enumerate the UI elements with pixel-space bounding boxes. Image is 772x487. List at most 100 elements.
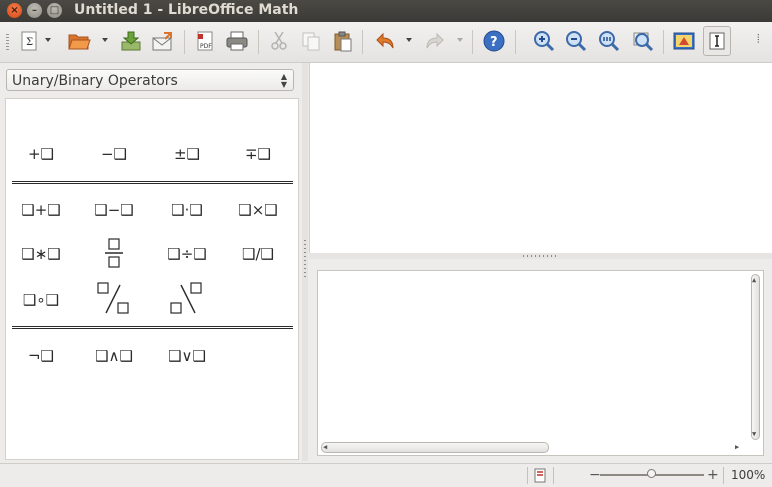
chevron-down-icon[interactable] — [101, 36, 109, 44]
category-dropdown[interactable]: Unary/Binary Operators ▲ ▼ — [6, 69, 294, 91]
commands-editor[interactable]: ▲ ▼ ◀ ▶ — [317, 270, 764, 456]
copy-button[interactable] — [298, 28, 324, 54]
boolean-or-element[interactable]: ❑∨❑ — [157, 341, 217, 371]
close-window-button[interactable]: × — [7, 3, 22, 18]
wide-slash-element[interactable] — [84, 279, 144, 319]
svg-text:PDF: PDF — [200, 43, 212, 50]
zoom-out-button[interactable] — [563, 28, 589, 54]
update-icon — [673, 32, 695, 50]
document-modified-icon[interactable] — [533, 468, 547, 483]
chevron-down-icon[interactable] — [456, 36, 464, 44]
redo-button[interactable] — [422, 28, 448, 54]
open-icon — [68, 34, 91, 50]
zoom-in-button[interactable] — [531, 28, 557, 54]
statusbar-divider — [527, 467, 528, 484]
subtraction-element[interactable]: ❑−❑ — [84, 195, 144, 225]
show-all-button[interactable] — [630, 28, 656, 54]
maximize-window-button[interactable]: □ — [47, 3, 62, 18]
division-element[interactable]: ❑÷❑ — [157, 239, 217, 269]
zoom-100-icon — [599, 31, 620, 52]
statusbar-divider — [553, 467, 554, 484]
toolbar-separator — [472, 30, 473, 54]
fraction-element[interactable] — [84, 235, 144, 275]
zoom-in-icon — [534, 31, 555, 52]
unary-minus-element[interactable]: −❑ — [84, 139, 144, 169]
export-pdf-button[interactable]: PDF — [192, 28, 218, 54]
vertical-scrollbar[interactable]: ▲ ▼ — [750, 274, 761, 440]
toolbar-grip[interactable] — [6, 34, 9, 52]
toolbar-separator — [663, 30, 664, 54]
standard-toolbar: Σ PDF ? ⦙ — [0, 22, 772, 63]
section-divider — [12, 181, 293, 184]
fraction-icon — [105, 238, 123, 268]
wide-slash-icon — [97, 282, 129, 314]
paste-button[interactable] — [330, 28, 356, 54]
window-title: Untitled 1 - LibreOffice Math — [74, 2, 299, 18]
update-button[interactable] — [671, 28, 697, 54]
svg-text:Σ: Σ — [26, 37, 33, 48]
export-pdf-icon: PDF — [197, 31, 213, 51]
toolbar-separator — [515, 30, 516, 54]
slash-element[interactable]: ❑/❑ — [228, 239, 288, 269]
cut-button[interactable] — [266, 28, 292, 54]
copy-icon — [302, 32, 320, 51]
zoom-in-button[interactable]: + — [707, 467, 719, 483]
formula-preview[interactable] — [309, 63, 772, 253]
mail-icon — [152, 32, 172, 51]
cut-icon — [271, 31, 287, 50]
addition-element[interactable]: ❑+❑ — [11, 195, 71, 225]
chevron-down-icon[interactable] — [44, 36, 52, 44]
elements-grid: +❑ −❑ ±❑ ∓❑ ❑+❑ ❑−❑ ❑·❑ ❑×❑ ❑∗❑ ❑÷❑ ❑/❑ … — [5, 98, 299, 460]
show-all-icon — [633, 32, 654, 52]
scroll-right-icon[interactable]: ▶ — [735, 443, 739, 451]
zoom-100-button[interactable] — [596, 28, 622, 54]
minimize-window-button[interactable]: – — [27, 3, 42, 18]
formula-cursor-button[interactable] — [703, 26, 731, 56]
chevron-down-icon[interactable] — [405, 36, 413, 44]
zoom-out-button[interactable]: − — [589, 467, 601, 483]
save-button[interactable] — [118, 28, 144, 54]
formula-cursor-icon — [709, 32, 725, 50]
wide-backslash-element[interactable] — [157, 279, 217, 319]
horizontal-scrollbar[interactable]: ◀ ▶ — [321, 442, 746, 453]
zoom-slider-handle[interactable] — [647, 469, 656, 478]
splitter-grip-icon — [304, 240, 306, 280]
boolean-not-element[interactable]: ¬❑ — [11, 341, 71, 371]
save-icon — [121, 31, 141, 51]
svg-text:?: ? — [490, 35, 498, 50]
elements-panel: Unary/Binary Operators ▲ ▼ +❑ −❑ ±❑ ∓❑ ❑+… — [0, 63, 301, 461]
print-button[interactable] — [224, 28, 250, 54]
concatenate-element[interactable]: ❑∘❑ — [11, 285, 71, 315]
dot-product-element[interactable]: ❑·❑ — [157, 195, 217, 225]
unary-plus-element[interactable]: +❑ — [11, 139, 71, 169]
paste-icon — [334, 31, 352, 52]
horizontal-scroll-thumb[interactable] — [321, 442, 549, 453]
panel-splitter[interactable] — [302, 63, 308, 461]
new-formula-button[interactable]: Σ — [16, 28, 42, 54]
toolbar-separator — [184, 30, 185, 54]
zoom-percentage[interactable]: 100% — [731, 468, 765, 482]
scroll-up-icon[interactable]: ▲ — [752, 276, 756, 284]
plus-minus-element[interactable]: ±❑ — [157, 139, 217, 169]
vertical-scroll-thumb[interactable] — [751, 274, 760, 440]
section-divider — [12, 326, 293, 329]
toolbar-separator — [258, 30, 259, 54]
multiplication-element[interactable]: ❑×❑ — [228, 195, 288, 225]
scroll-left-icon[interactable]: ◀ — [323, 443, 327, 451]
scroll-down-icon[interactable]: ▼ — [752, 430, 756, 438]
undo-button[interactable] — [372, 28, 398, 54]
asterisk-element[interactable]: ❑∗❑ — [11, 239, 71, 269]
open-button[interactable] — [66, 28, 92, 54]
send-mail-button[interactable] — [150, 28, 176, 54]
help-button[interactable]: ? — [481, 28, 507, 54]
toolbar-overflow-button[interactable]: ⦙ — [757, 32, 760, 47]
redo-icon — [426, 32, 444, 49]
boolean-and-element[interactable]: ❑∧❑ — [84, 341, 144, 371]
title-bar: × – □ Untitled 1 - LibreOffice Math — [0, 0, 772, 22]
zoom-out-icon — [566, 31, 587, 52]
statusbar-divider — [723, 467, 724, 484]
spin-arrows-icon: ▲ ▼ — [280, 72, 287, 89]
minus-plus-element[interactable]: ∓❑ — [228, 139, 288, 169]
commands-frame: ▲ ▼ ◀ ▶ — [309, 259, 772, 461]
undo-icon — [376, 32, 394, 49]
